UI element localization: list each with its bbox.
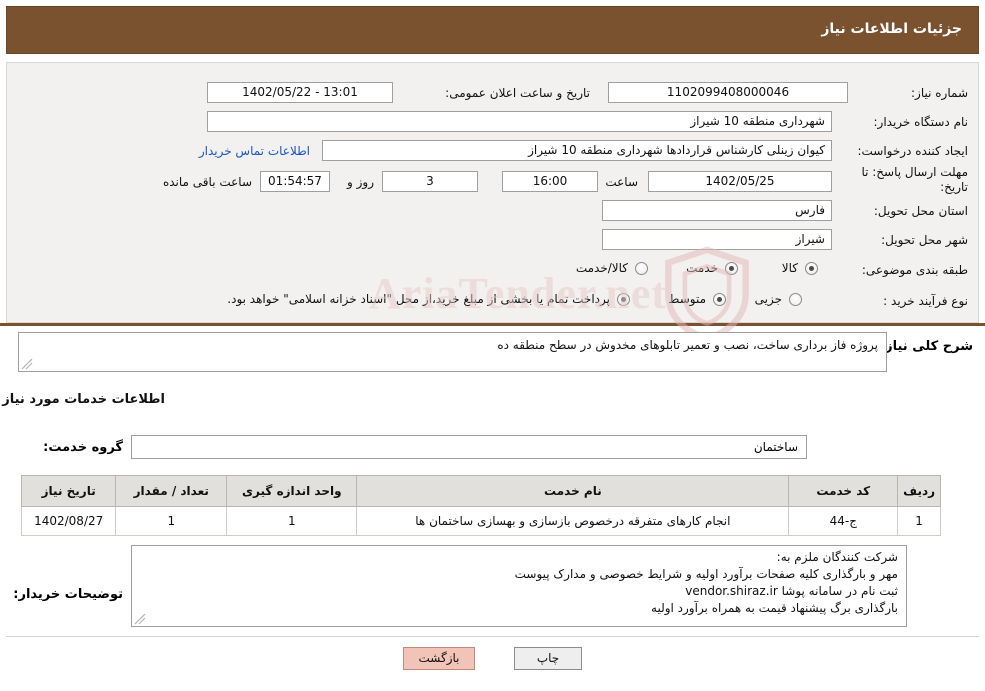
province-value: فارس	[602, 200, 832, 221]
radio-category-kala[interactable]	[805, 262, 818, 275]
category-label: طبقه بندی موضوعی:	[861, 263, 968, 277]
remaining-days-value: 3	[382, 171, 478, 192]
print-button[interactable]: چاپ	[514, 647, 582, 670]
service-group-label: گروه خدمت:	[43, 440, 123, 455]
creator-label: ایجاد کننده درخواست:	[857, 144, 968, 158]
radio-category-khadamat-label: خدمت	[686, 261, 718, 275]
radio-process-motevaset-label: متوسط	[668, 292, 706, 306]
th-index: ردیف	[897, 475, 941, 507]
radio-category-khadamat[interactable]	[725, 262, 738, 275]
cell-name: انجام کارهای متفرقه درخصوص بازسازی و بهس…	[356, 506, 790, 536]
radio-category-kala-label: کالا	[781, 261, 798, 275]
hour-label: ساعت	[605, 175, 638, 189]
th-name: نام خدمت	[356, 475, 790, 507]
process-label: نوع فرآیند خرید :	[883, 294, 968, 308]
services-section-title: اطلاعات خدمات مورد نیاز	[2, 392, 165, 407]
cell-unit: 1	[226, 506, 358, 536]
th-code: کد خدمت	[788, 475, 899, 507]
cell-code: ج-44	[788, 506, 899, 536]
announce-datetime-value: 13:01 - 1402/05/22	[207, 82, 393, 103]
need-number-label: شماره نیاز:	[911, 86, 968, 100]
buyer-notes-label: توضیحات خریدار:	[13, 587, 123, 602]
buyer-notes-line-3: ثبت نام در سامانه پوشا vendor.shiraz.ir	[685, 584, 898, 598]
section-divider	[0, 323, 985, 326]
deadline-date-value: 1402/05/25	[648, 171, 832, 192]
services-table: ردیف کد خدمت نام خدمت واحد اندازه گیری ت…	[20, 475, 941, 536]
city-value: شیراز	[602, 229, 832, 250]
cell-qty: 1	[115, 506, 228, 536]
radio-process-jozei[interactable]	[789, 293, 802, 306]
process-note: پرداخت تمام یا بخشی از مبلغ خرید،از محل …	[227, 292, 610, 306]
deadline-label: مهلت ارسال پاسخ: تا تاریخ:	[861, 165, 968, 194]
buyer-notes-line-2: مهر و بارگذاری کلیه صفحات برآورد اولیه و…	[514, 567, 898, 581]
back-button[interactable]: بازگشت	[403, 647, 475, 670]
service-group-value: ساختمان	[131, 435, 807, 459]
table-header-row: ردیف کد خدمت نام خدمت واحد اندازه گیری ت…	[20, 475, 941, 507]
radio-category-kala-khadamat-label: کالا/خدمت	[575, 261, 628, 275]
need-info-panel: شماره نیاز: 1102099408000046 تاریخ و ساع…	[6, 62, 979, 323]
deadline-hour-value: 16:00	[502, 171, 598, 192]
announce-datetime-label: تاریخ و ساعت اعلان عمومی:	[445, 86, 590, 100]
notes-resize-grip-icon[interactable]	[134, 613, 146, 625]
th-qty: تعداد / مقدار	[115, 475, 228, 507]
cell-index: 1	[897, 506, 941, 536]
days-text: روز و	[347, 175, 374, 189]
th-date: تاریخ نیاز	[20, 475, 117, 507]
page-header: جزئیات اطلاعات نیاز	[6, 6, 979, 54]
radio-category-kala-khadamat[interactable]	[635, 262, 648, 275]
radio-process-khazaneh[interactable]	[617, 293, 630, 306]
th-unit: واحد اندازه گیری	[226, 475, 358, 507]
need-number-value: 1102099408000046	[608, 82, 848, 103]
buyer-notes-value: شرکت کنندگان ملزم به: مهر و بارگذاری کلی…	[131, 545, 907, 627]
need-details-page: جزئیات اطلاعات نیاز شماره نیاز: 11020994…	[0, 0, 985, 691]
radio-process-motevaset[interactable]	[713, 293, 726, 306]
need-summary-value: پروژه فاز برداری ساخت، نصب و تعمیر تابلو…	[18, 332, 887, 372]
resize-grip-icon[interactable]	[21, 358, 33, 370]
radio-process-jozei-label: جزیی	[754, 292, 782, 306]
remaining-time-value: 01:54:57	[260, 171, 330, 192]
buyer-notes-line-1: شرکت کنندگان ملزم به:	[776, 550, 898, 564]
cell-date: 1402/08/27	[20, 506, 117, 536]
need-summary-label: شرح کلی نیاز:	[879, 339, 973, 354]
remaining-text: ساعت باقی مانده	[162, 175, 252, 189]
page-title: جزئیات اطلاعات نیاز	[821, 21, 962, 37]
need-summary-row: شرح کلی نیاز: پروژه فاز برداری ساخت، نصب…	[6, 330, 979, 378]
footer-divider	[6, 636, 979, 637]
buyer-notes-line-4: بارگذاری برگ پیشنهاد قیمت به همراه برآور…	[651, 601, 898, 615]
buyer-contact-link[interactable]: اطلاعات تماس خریدار	[199, 144, 310, 158]
buyer-org-value: شهرداری منطقه 10 شیراز	[207, 111, 832, 132]
creator-value: کیوان زینلی کارشناس قراردادها شهرداری من…	[322, 140, 832, 161]
city-label: شهر محل تحویل:	[881, 233, 968, 247]
province-label: استان محل تحویل:	[873, 204, 968, 218]
table-row: 1 ج-44 انجام کارهای متفرقه درخصوص بازساز…	[20, 506, 941, 536]
buyer-org-label: نام دستگاه خریدار:	[873, 115, 969, 129]
